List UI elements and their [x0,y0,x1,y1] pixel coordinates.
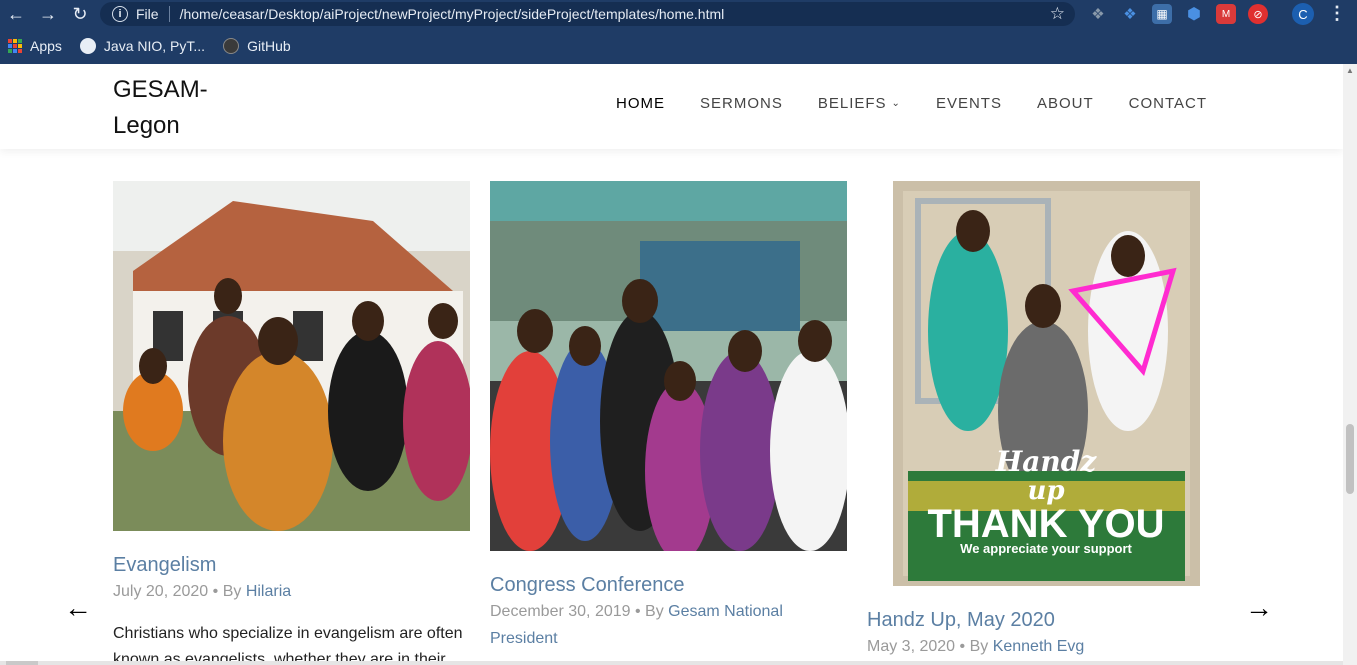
post-meta: May 3, 2020 • By Kenneth Evg [867,633,1084,660]
post-image[interactable] [113,181,470,531]
post-card: Handz up THANK YOU We appreciate your su… [867,181,1224,661]
extensions-icon[interactable]: ❖ [1120,4,1140,24]
post-date: July 20, 2020 [113,583,209,600]
shield-icon[interactable]: ⬢ [1184,4,1204,24]
nav-sermons[interactable]: SERMONS [700,95,783,112]
post-title[interactable]: Congress Conference [490,574,685,597]
bookmarks-bar: Apps Java NIO, PyT... GitHub [0,28,1357,64]
post-title[interactable]: Evangelism [113,554,216,577]
post-author[interactable]: Hilaria [246,583,291,600]
horizontal-scrollbar[interactable] [0,661,1343,665]
address-separator [168,6,170,22]
github-icon [223,38,240,54]
tab-manager-icon[interactable]: ▦ [1152,4,1172,24]
globe-icon [79,38,96,54]
nav-contact[interactable]: CONTACT [1129,95,1207,112]
post-meta: July 20, 2020 • By Hilaria [113,578,291,605]
bookmark-java-nio[interactable]: Java NIO, PyT... [79,38,206,54]
post-by: • By [634,603,664,620]
post-date: May 3, 2020 [867,638,956,655]
nav-events[interactable]: EVENTS [936,95,1002,112]
post-card: Congress Conference December 30, 2019 • … [490,181,847,661]
address-scheme: File [136,6,159,22]
address-url[interactable]: /home/ceasar/Desktop/aiProject/newProjec… [180,6,725,22]
horizontal-scrollbar-thumb[interactable] [6,661,38,665]
site-brand[interactable]: GESAM- Legon [113,72,253,144]
bookmark-star-icon[interactable]: ☆ [1050,4,1065,24]
chevron-down-icon: ⌄ [891,98,901,109]
nav-about[interactable]: ABOUT [1037,95,1094,112]
post-by: • By [959,638,989,655]
post-author[interactable]: Kenneth Evg [993,638,1085,655]
post-image[interactable]: Handz up THANK YOU We appreciate your su… [893,181,1200,586]
extension-puzzle-icon[interactable]: ❖ [1088,4,1108,24]
brand-line-1: GESAM- [113,76,208,103]
post-card: Evangelism July 20, 2020 • By Hilaria Ch… [113,181,470,665]
address-bar[interactable]: i File /home/ceasar/Desktop/aiProject/ne… [100,2,1075,26]
post-title[interactable]: Handz Up, May 2020 [867,609,1055,632]
main-nav: HOME SERMONS BELIEFS ⌄ EVENTS ABOUT CONTA… [616,95,1242,112]
vertical-scrollbar-thumb[interactable] [1346,424,1354,494]
profile-avatar[interactable]: C [1292,3,1314,25]
adblock-icon[interactable]: ⊘ [1248,4,1268,24]
poster-text-appreciate: We appreciate your support [960,541,1132,556]
apps-grid-icon [8,39,22,53]
nav-home[interactable]: HOME [616,95,665,112]
bookmark-label: Apps [30,38,62,54]
carousel-next-arrow-icon[interactable]: → [1245,592,1273,624]
nav-beliefs[interactable]: BELIEFS ⌄ [818,95,901,112]
site-header: GESAM- Legon HOME SERMONS BELIEFS ⌄ EVENT… [0,64,1343,149]
reload-icon[interactable]: ↻ [64,0,96,28]
poster-text-handz: Handz [995,445,1098,478]
poster-text-thank-you: THANK YOU [927,502,1164,546]
info-icon[interactable]: i [112,6,128,22]
bookmark-github[interactable]: GitHub [223,38,291,54]
nav-beliefs-label: BELIEFS [817,95,887,112]
brand-line-2: Legon [113,112,180,139]
back-icon[interactable]: ← [0,0,32,28]
mendeley-icon[interactable]: M [1216,4,1236,24]
post-meta: December 30, 2019 • By Gesam National Pr… [490,598,847,652]
post-excerpt: Christians who specialize in evangelism … [113,625,463,665]
forward-icon[interactable]: → [32,0,64,28]
bookmark-label: GitHub [247,38,291,54]
scroll-up-icon[interactable]: ▲ [1346,66,1354,75]
post-image[interactable] [490,181,847,551]
bookmark-label: Java NIO, PyT... [103,38,206,54]
web-page: GESAM- Legon HOME SERMONS BELIEFS ⌄ EVENT… [0,64,1343,665]
post-date: December 30, 2019 [490,603,631,620]
bookmark-apps[interactable]: Apps [0,38,62,54]
browser-menu-icon[interactable]: ⋮ [1328,3,1346,24]
post-by: • By [212,583,242,600]
vertical-scrollbar[interactable]: ▲ [1343,64,1357,665]
carousel-prev-arrow-icon[interactable]: ← [64,592,92,624]
browser-toolbar: ← → ↻ i File /home/ceasar/Desktop/aiProj… [0,0,1357,28]
